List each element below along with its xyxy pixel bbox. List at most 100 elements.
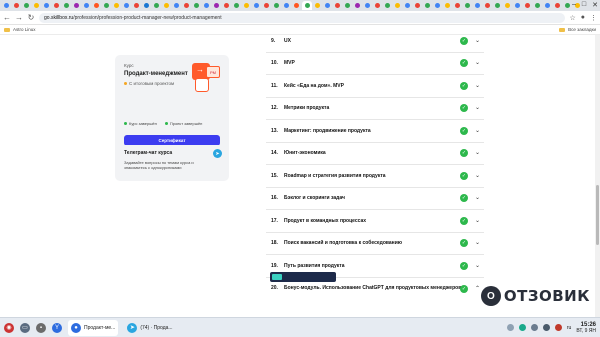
browser-tab[interactable]: [232, 1, 241, 10]
module-row[interactable]: 14. Юнит-экономика ✓ ⌄: [266, 143, 484, 165]
telegram-icon[interactable]: ➤: [213, 149, 222, 158]
chevron-down-icon[interactable]: ⌄: [475, 239, 480, 246]
browser-tab[interactable]: [72, 1, 81, 10]
scrollbar-thumb[interactable]: [596, 185, 599, 245]
browser-tab[interactable]: [192, 1, 201, 10]
browser-tab[interactable]: [373, 1, 382, 10]
browser-tab[interactable]: [222, 1, 231, 10]
module-row[interactable]: 9. UX ✓ ⌄: [266, 30, 484, 53]
forward-icon[interactable]: →: [15, 13, 23, 22]
start-menu-icon[interactable]: ◉: [4, 322, 14, 333]
yandex-browser-icon[interactable]: Y: [52, 322, 62, 333]
taskbar-app-browser[interactable]: ● Продакт-ме...: [68, 319, 119, 336]
browser-tab[interactable]: [252, 1, 261, 10]
chevron-down-icon[interactable]: ⌄: [475, 217, 480, 224]
reload-icon[interactable]: ↻: [27, 13, 35, 22]
browser-tab[interactable]: [302, 1, 312, 10]
module-row[interactable]: 13. Маркетинг: продвижение продукта ✓ ⌄: [266, 120, 484, 143]
browser-tab[interactable]: [212, 1, 221, 10]
browser-tab[interactable]: [52, 1, 61, 10]
maximize-icon[interactable]: □: [582, 1, 586, 9]
chevron-down-icon[interactable]: ⌄: [475, 149, 480, 156]
files-icon[interactable]: ▭: [20, 322, 30, 333]
browser-tab[interactable]: [42, 1, 51, 10]
minimize-icon[interactable]: –: [572, 1, 576, 9]
profile-icon[interactable]: ●: [581, 14, 585, 22]
browser-tab[interactable]: [282, 1, 291, 10]
chevron-down-icon[interactable]: ⌄: [475, 59, 480, 66]
browser-tab[interactable]: [112, 1, 121, 10]
keyboard-layout[interactable]: ru: [567, 325, 571, 331]
browser-tab[interactable]: [473, 1, 482, 10]
browser-tab[interactable]: [383, 1, 392, 10]
telegram-card[interactable]: Телеграм-чат курса Задавайте вопросы по …: [115, 145, 229, 181]
browser-tab[interactable]: [82, 1, 91, 10]
browser-tab[interactable]: [533, 1, 542, 10]
browser-tab[interactable]: [92, 1, 101, 10]
browser-tab[interactable]: [563, 1, 572, 10]
close-icon[interactable]: ✕: [592, 1, 598, 9]
chevron-down-icon[interactable]: ⌄: [475, 37, 480, 44]
notification-icon[interactable]: [554, 324, 562, 331]
wifi-icon[interactable]: [542, 324, 550, 331]
module-row[interactable]: 16. Бэклог и скоринги задач ✓ ⌄: [266, 188, 484, 210]
browser-tab[interactable]: [483, 1, 492, 10]
browser-tab[interactable]: [292, 1, 301, 10]
browser-tab[interactable]: [553, 1, 562, 10]
browser-tab[interactable]: [2, 1, 11, 10]
volume-icon[interactable]: [530, 324, 538, 331]
back-icon[interactable]: ←: [3, 13, 11, 22]
browser-tab[interactable]: [403, 1, 412, 10]
browser-tab[interactable]: [62, 1, 71, 10]
all-bookmarks[interactable]: Все закладки: [559, 27, 596, 32]
browser-tab[interactable]: [142, 1, 151, 10]
module-row[interactable]: 11. Кейс «Еда на дом». MVP ✓ ⌄: [266, 75, 484, 98]
browser-tab[interactable]: [22, 1, 31, 10]
terminal-icon[interactable]: ▪: [36, 322, 46, 333]
module-row[interactable]: 18. Поиск вакансий и подготовка к собесед…: [266, 233, 484, 255]
page-scrollbar[interactable]: [595, 35, 600, 317]
browser-tab[interactable]: [132, 1, 141, 10]
browser-tab[interactable]: [503, 1, 512, 10]
chevron-down-icon[interactable]: ⌄: [475, 82, 480, 89]
chevron-down-icon[interactable]: ⌄: [475, 172, 480, 179]
browser-tab[interactable]: [363, 1, 372, 10]
browser-tab[interactable]: [443, 1, 452, 10]
chevron-down-icon[interactable]: ⌄: [475, 127, 480, 134]
browser-tab[interactable]: [393, 1, 402, 10]
chevron-down-icon[interactable]: ⌄: [475, 262, 480, 269]
browser-tab[interactable]: [313, 1, 322, 10]
browser-tab[interactable]: [413, 1, 422, 10]
browser-tab[interactable]: [433, 1, 442, 10]
clock[interactable]: 15:26 ВТ, 9 ЯН: [576, 322, 596, 334]
browser-tab[interactable]: [102, 1, 111, 10]
browser-tab[interactable]: [272, 1, 281, 10]
address-bar[interactable]: go.skillbox.ru/profession/profession-pro…: [39, 12, 566, 23]
module-row[interactable]: 10. MVP ✓ ⌄: [266, 53, 484, 75]
browser-tab[interactable]: [423, 1, 432, 10]
browser-tab[interactable]: [182, 1, 191, 10]
browser-tab[interactable]: [172, 1, 181, 10]
browser-tab[interactable]: [513, 1, 522, 10]
browser-tab[interactable]: [453, 1, 462, 10]
browser-tab[interactable]: [262, 1, 271, 10]
browser-tab[interactable]: [343, 1, 352, 10]
module-row[interactable]: 17. Продукт в командных процессах ✓ ⌄: [266, 210, 484, 233]
browser-tab[interactable]: [353, 1, 362, 10]
menu-icon[interactable]: ⋮: [590, 14, 597, 22]
module-row[interactable]: 15. Roadmap и стратегия развития продукта…: [266, 165, 484, 188]
browser-tab[interactable]: [152, 1, 161, 10]
browser-tab[interactable]: [543, 1, 552, 10]
k-app-icon[interactable]: [518, 324, 526, 331]
network-icon[interactable]: [506, 324, 514, 331]
chevron-down-icon[interactable]: ⌄: [475, 104, 480, 111]
browser-tab[interactable]: [463, 1, 472, 10]
module-row[interactable]: 12. Метрики продукта ✓ ⌄: [266, 98, 484, 120]
browser-tab[interactable]: [493, 1, 502, 10]
browser-tab[interactable]: [32, 1, 41, 10]
browser-tab[interactable]: [242, 1, 251, 10]
browser-tab[interactable]: [333, 1, 342, 10]
chevron-down-icon[interactable]: ⌄: [475, 194, 480, 201]
browser-tab[interactable]: [323, 1, 332, 10]
bookmark-astro-linux[interactable]: Astro Linux: [4, 27, 36, 32]
